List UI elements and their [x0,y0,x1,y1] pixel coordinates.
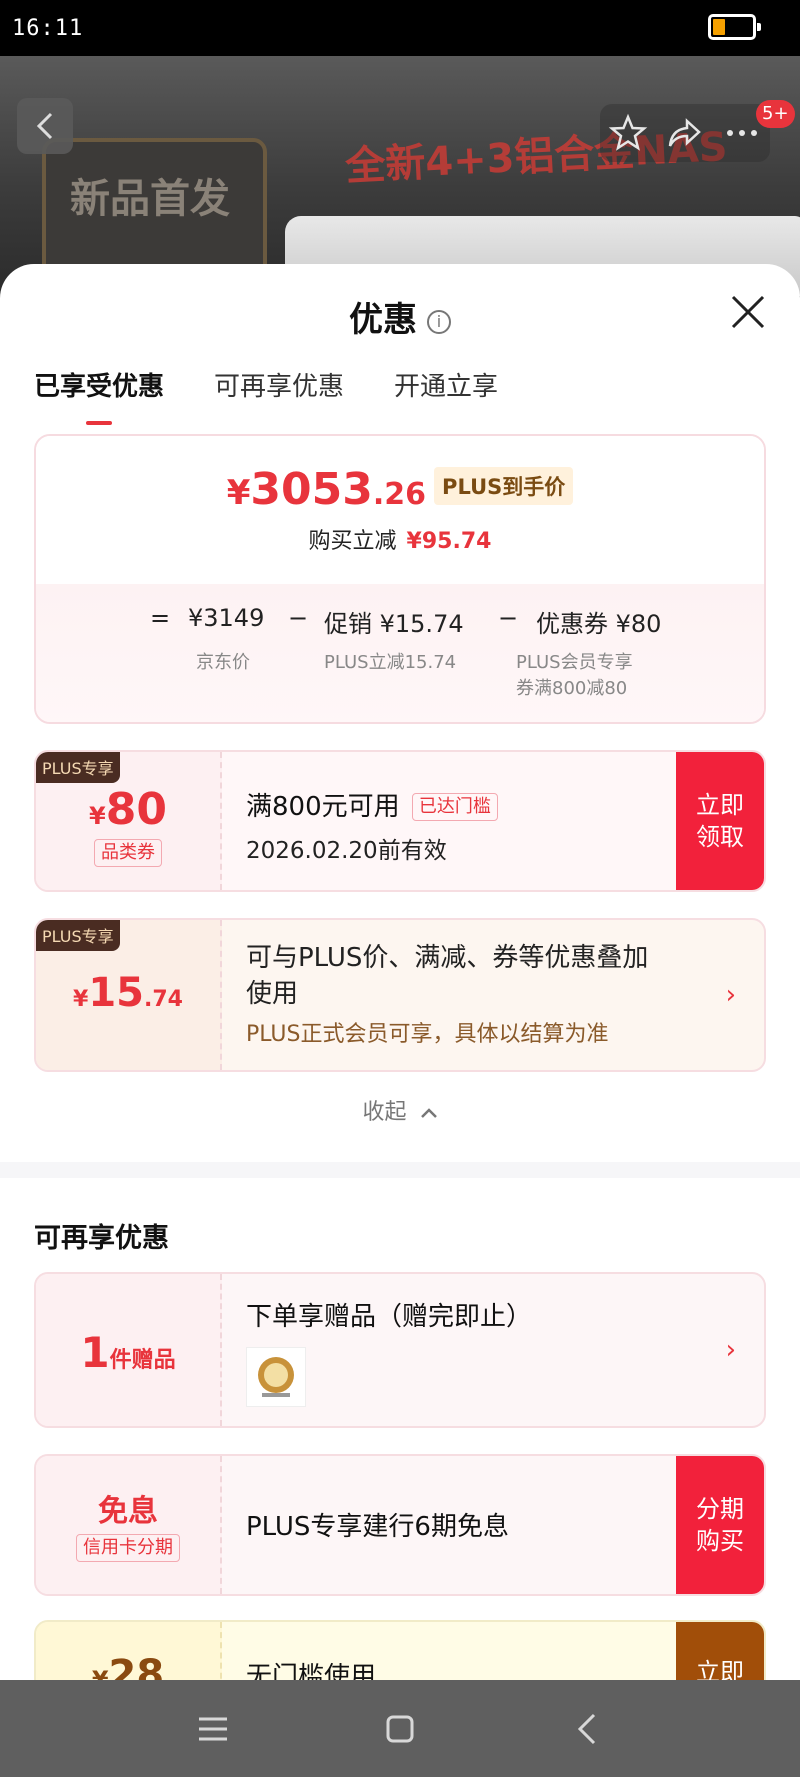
coupon-label-2: 券满800减80 [516,678,628,699]
banner-tag-text: 新品首发 [70,176,230,222]
discount-desc-1: 可与PLUS价、满减、券等优惠叠加 [246,943,649,973]
promo-label: PLUS立减15.74 [324,652,457,673]
plus-badge: PLUS专享 [36,752,120,783]
star-icon[interactable] [608,113,648,153]
promo-amount: 促销 ¥15.74 [324,610,464,638]
system-nav-bar [0,1680,800,1777]
status-bar: 16:11 [0,0,800,56]
gift-thumbnail [246,1347,306,1407]
no-threshold-coupon-card: ¥28 无门槛使用 立即 [34,1620,766,1684]
jd-price-label: 京东价 [196,652,250,673]
notification-badge: 5+ [756,100,795,128]
more-icon[interactable] [722,113,762,153]
sheet-title-text: 优惠 [349,300,417,340]
plus-price-tag: PLUS到手价 [434,467,574,505]
coupon-3-claim-button[interactable]: 立即 [676,1622,764,1684]
tab-open-plus[interactable]: 开通立享 [394,366,498,403]
category-coupon-card: PLUS专享 ¥80 品类券 满800元可用 已达门槛 2026.02.20前有… [34,750,766,892]
discount-desc-2: 使用 [246,979,299,1009]
claim-coupon-button[interactable]: 立即 领取 [676,752,764,890]
chevron-left-icon [36,112,53,140]
coupon-amount: 优惠券 ¥80 [536,610,662,638]
back-button[interactable] [17,98,73,154]
gift-title: 下单享赠品（赠完即止） [246,1302,533,1332]
installment-desc: PLUS专享建行6期免息 [246,1512,509,1542]
coupon-type: 品类券 [94,839,162,867]
final-price: ¥3053.26 PLUS到手价 [36,436,764,515]
section-divider [0,1162,800,1178]
plus-discount-card[interactable]: PLUS专享 ¥15.74 可与PLUS价、满减、券等优惠叠加 使用 PLUS正… [34,918,766,1072]
price-breakdown: = ¥3149 − 促销 ¥15.74 − 优惠券 ¥80 京东价 PLUS立减… [36,584,764,722]
info-icon[interactable]: i [427,310,451,334]
gift-image-icon [258,1357,294,1397]
jd-price: ¥3149 [188,604,265,632]
coupon-value: ¥80 [89,784,167,835]
menu-icon[interactable] [183,1699,243,1759]
chevron-right-icon: › [725,1335,736,1365]
price-summary-card: ¥3053.26 PLUS到手价 购买立减 ¥95.74 = ¥3149 − 促销 … [34,434,766,724]
plus-badge: PLUS专享 [36,920,120,951]
chevron-up-icon [420,1108,437,1118]
coupon-validity: 2026.02.20前有效 [246,838,447,864]
back-nav-icon[interactable] [557,1699,617,1759]
installment-title: 免息 [98,1494,158,1529]
installment-card: 免息 信用卡分期 PLUS专享建行6期免息 分期 购买 [34,1454,766,1596]
chevron-right-icon: › [725,980,736,1010]
coupon-condition: 满800元可用 [246,792,400,822]
tabs: 已享受优惠 可再享优惠 开通立享 [34,366,498,403]
tab-more-available[interactable]: 可再享优惠 [214,366,344,403]
discount-note: PLUS正式会员可享，具体以结算为准 [246,1022,609,1047]
threshold-status: 已达门槛 [411,793,498,821]
more-section-title: 可再享优惠 [34,1223,169,1254]
collapse-button[interactable]: 收起 [0,1094,800,1126]
top-actions [600,104,770,162]
installment-subtitle: 信用卡分期 [76,1534,180,1562]
status-time: 16:11 [12,16,84,41]
close-icon[interactable] [730,294,766,330]
sheet-title: 优惠 i [0,292,800,341]
home-icon[interactable] [370,1699,430,1759]
discount-sheet: 优惠 i 已享受优惠 可再享优惠 开通立享 ¥3053.26 PLUS到手价 购买立… [0,264,800,1684]
installment-buy-button[interactable]: 分期 购买 [676,1456,764,1594]
discount-value: ¥15.74 [73,970,183,1016]
share-icon[interactable] [665,113,705,153]
battery-icon [708,14,761,40]
product-image-area: 新品首发 全新4+3铝合金NAS 5+ [0,56,800,296]
gift-card[interactable]: 1件赠品 下单享赠品（赠完即止） › [34,1272,766,1428]
tab-enjoyed[interactable]: 已享受优惠 [34,366,164,403]
reduce-line: 购买立减 ¥95.74 [308,529,492,554]
coupon-label-1: PLUS会员专享 [516,652,633,673]
gift-count: 1件赠品 [80,1328,176,1377]
